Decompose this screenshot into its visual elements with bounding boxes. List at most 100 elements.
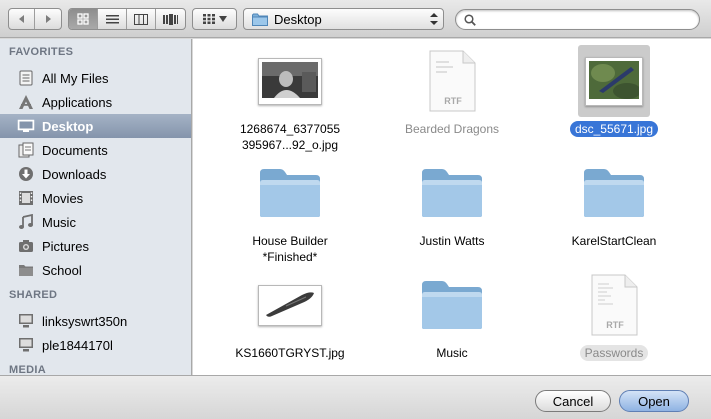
chevron-right-icon — [46, 15, 51, 23]
downloads-icon — [19, 167, 33, 181]
network-computer-icon — [19, 314, 33, 328]
icon-view-button[interactable] — [69, 9, 98, 29]
sidebar-item-music[interactable]: Music — [0, 210, 191, 234]
file-thumbnail — [254, 157, 326, 229]
chevron-left-icon — [18, 15, 24, 23]
sidebar-item-documents[interactable]: Documents — [0, 138, 191, 162]
file-name: Passwords — [579, 345, 649, 361]
sidebar-item-downloads[interactable]: Downloads — [0, 162, 191, 186]
open-button[interactable]: Open — [619, 390, 689, 412]
toolbar: Desktop — [0, 0, 711, 38]
sidebar-item-linksyswrt350n[interactable]: linksyswrt350n — [0, 309, 191, 333]
location-label: Desktop — [274, 11, 322, 27]
file-item[interactable]: 1268674_6377055 395967...92_o.jpg — [215, 45, 365, 153]
list-view-icon — [105, 14, 119, 23]
sidebar-item-label: Documents — [42, 142, 108, 158]
applications-icon — [19, 95, 33, 109]
movies-icon — [19, 191, 33, 205]
folder-icon — [422, 169, 482, 217]
sidebar-item-label: All My Files — [42, 70, 109, 86]
file-name: House Builder *Finished* — [252, 234, 328, 264]
sidebar-item-all-my-files[interactable]: All My Files — [0, 66, 191, 90]
file-name: Music — [436, 346, 468, 360]
sidebar-item-desktop[interactable]: Desktop — [0, 114, 191, 138]
column-view-button[interactable] — [127, 9, 156, 29]
image-thumbnail-icon — [258, 57, 322, 105]
file-thumbnail — [416, 157, 488, 229]
list-view-button[interactable] — [98, 9, 127, 29]
back-button[interactable] — [9, 9, 36, 29]
search-icon — [464, 13, 476, 26]
sidebar-item-applications[interactable]: Applications — [0, 90, 191, 114]
chevron-down-icon — [218, 16, 227, 22]
rtf-badge: RTF — [444, 96, 462, 106]
desktop-icon — [17, 119, 35, 132]
file-item[interactable]: House Builder *Finished* — [215, 157, 365, 265]
sidebar-item-label: Applications — [42, 94, 113, 110]
folder-icon — [260, 169, 320, 217]
file-thumbnail — [254, 45, 326, 117]
file-name: KarelStartClean — [571, 234, 657, 248]
sidebar-item-label: Music — [42, 214, 76, 230]
file-thumbnail — [578, 45, 650, 117]
icon-view-icon — [77, 13, 89, 25]
sidebar-item-label: Movies — [42, 190, 84, 206]
rtf-document-icon: RTF — [429, 50, 476, 112]
all-files-icon — [19, 70, 33, 86]
network-computer-icon — [19, 338, 33, 352]
location-popup[interactable]: Desktop — [243, 8, 444, 30]
sidebar-section-shared: SHARED — [9, 289, 58, 301]
music-icon — [19, 214, 33, 229]
forward-button[interactable] — [35, 9, 61, 29]
sidebar-section-favorites: FAVORITES — [9, 46, 74, 58]
file-item-selected[interactable]: dsc_55671.jpg — [539, 45, 689, 137]
desktop-folder-icon — [252, 13, 268, 26]
pictures-icon — [19, 240, 33, 252]
coverflow-view-icon — [162, 13, 178, 25]
grid-arrange-icon — [202, 14, 215, 24]
sidebar-item-label: linksyswrt350n — [42, 313, 128, 329]
sidebar-section-media: MEDIA — [9, 364, 46, 375]
file-name: dsc_55671.jpg — [569, 121, 659, 137]
rtf-document-icon: RTF — [591, 274, 638, 336]
file-browser: 1268674_6377055 395967...92_o.jpg RTF Be… — [193, 39, 711, 375]
dialog-footer: Cancel Open — [0, 375, 711, 419]
file-item[interactable]: KS1660TGRYST.jpg — [215, 269, 365, 361]
column-view-icon — [134, 13, 148, 25]
cancel-button[interactable]: Cancel — [535, 390, 611, 412]
image-thumbnail-icon — [258, 284, 322, 326]
folder-icon — [422, 281, 482, 329]
file-thumbnail — [578, 157, 650, 229]
sidebar-item-movies[interactable]: Movies — [0, 186, 191, 210]
navigation-buttons — [8, 8, 62, 30]
folder-icon — [584, 169, 644, 217]
sidebar-item-label: Pictures — [42, 238, 89, 254]
file-thumbnail — [254, 269, 326, 341]
coverflow-view-button[interactable] — [156, 9, 185, 29]
file-item[interactable]: Justin Watts — [377, 157, 527, 249]
sidebar-item-ple1844170l[interactable]: ple1844170l — [0, 333, 191, 357]
file-item[interactable]: KarelStartClean — [539, 157, 689, 249]
documents-icon — [18, 142, 34, 158]
sidebar-item-label: Downloads — [42, 166, 107, 182]
file-name: KS1660TGRYST.jpg — [235, 346, 345, 360]
file-item[interactable]: Music — [377, 269, 527, 361]
sidebar-item-pictures[interactable]: Pictures — [0, 234, 191, 258]
image-thumbnail-icon — [585, 56, 643, 106]
file-thumbnail — [416, 269, 488, 341]
search-input[interactable] — [480, 12, 690, 27]
sidebar-item-school[interactable]: School — [0, 258, 191, 282]
file-item[interactable]: RTF Passwords — [539, 269, 689, 361]
sidebar: FAVORITES All My Files Applications Desk… — [0, 39, 192, 375]
file-name: 1268674_6377055 395967...92_o.jpg — [239, 122, 341, 152]
rtf-badge: RTF — [606, 320, 624, 330]
arrange-menu-button[interactable] — [192, 8, 237, 30]
sidebar-item-label: Desktop — [42, 118, 94, 134]
file-item[interactable]: RTF Bearded Dragons — [377, 45, 527, 137]
updown-chevron-icon — [430, 13, 438, 25]
file-name: Bearded Dragons — [404, 122, 500, 136]
search-field[interactable] — [455, 9, 700, 30]
sidebar-item-label: School — [42, 262, 82, 278]
view-mode-selector — [68, 8, 186, 30]
file-name: Justin Watts — [419, 234, 485, 248]
